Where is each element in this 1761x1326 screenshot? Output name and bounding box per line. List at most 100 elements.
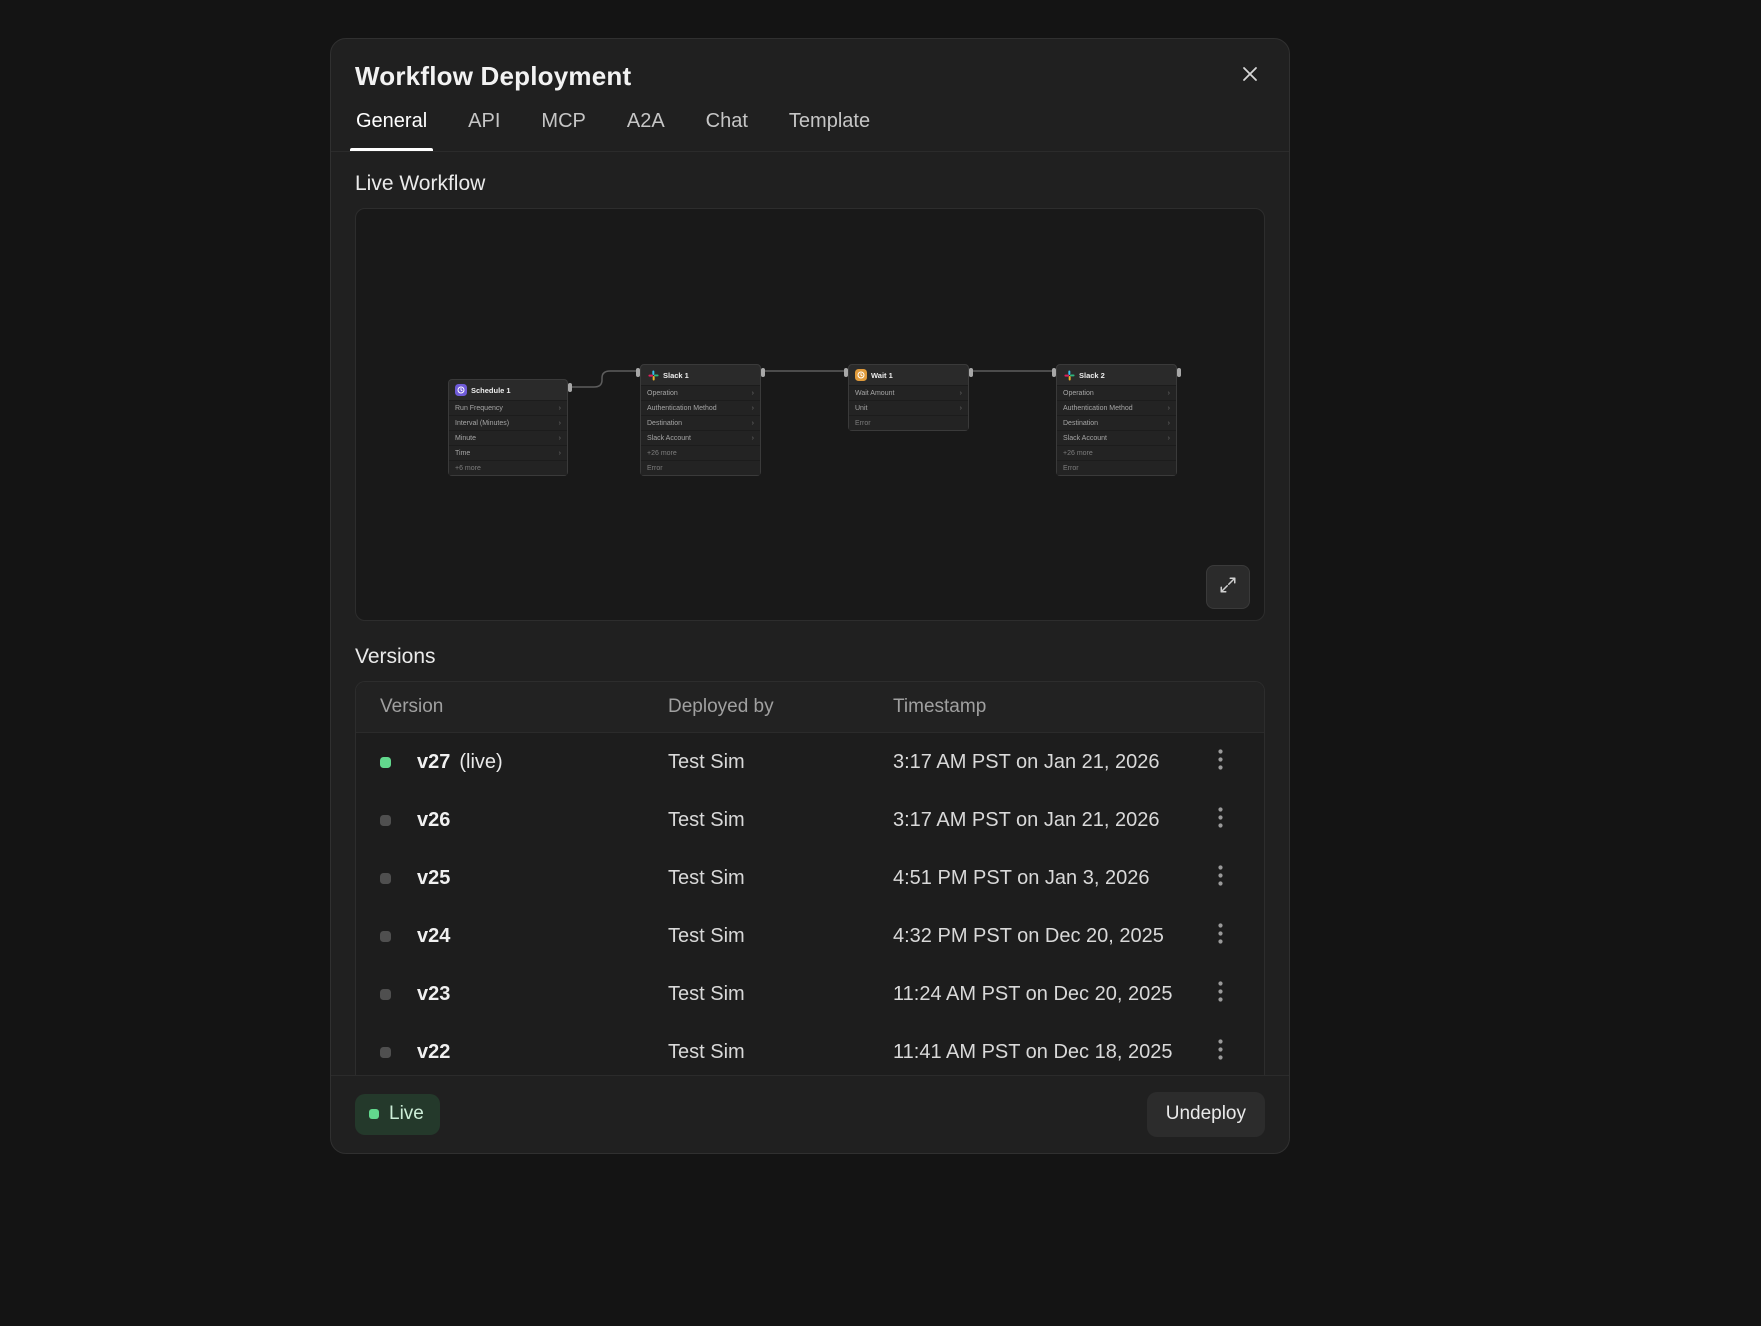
tab-bar: General API MCP A2A Chat Template	[355, 104, 1265, 151]
live-workflow-heading: Live Workflow	[355, 172, 1265, 196]
tab-api[interactable]: API	[467, 104, 501, 151]
timestamp: 3:17 AM PST on Jan 21, 2026	[893, 751, 1200, 774]
chevron-right-icon: ›	[559, 420, 561, 427]
chevron-right-icon: ›	[1168, 405, 1170, 412]
workflow-node-slack-1[interactable]: Slack 1 Operation› Authentication Method…	[640, 364, 761, 476]
node-title: Wait 1	[871, 371, 893, 380]
tab-mcp[interactable]: MCP	[540, 104, 586, 151]
node-error-label: Error	[641, 460, 760, 475]
versions-table: Version Deployed by Timestamp v27(live) …	[355, 681, 1265, 1075]
chevron-right-icon: ›	[1168, 420, 1170, 427]
timestamp: 11:24 AM PST on Dec 20, 2025	[893, 983, 1200, 1006]
output-port	[1177, 368, 1181, 377]
version-row: v26 Test Sim 3:17 AM PST on Jan 21, 2026	[356, 791, 1264, 849]
node-field: Time›	[449, 445, 567, 460]
row-menu-button[interactable]	[1206, 862, 1234, 894]
workflow-canvas[interactable]: Schedule 1 Run Frequency› Interval (Minu…	[355, 208, 1265, 621]
node-title: Slack 1	[663, 371, 689, 380]
live-status-dot	[369, 1109, 379, 1119]
node-title: Schedule 1	[471, 386, 511, 395]
tab-general[interactable]: General	[355, 104, 428, 151]
version-status-dot	[380, 1047, 391, 1058]
chevron-right-icon: ›	[752, 390, 754, 397]
version-label: v26	[417, 809, 450, 832]
table-header-row: Version Deployed by Timestamp	[356, 682, 1264, 733]
close-button[interactable]	[1235, 62, 1265, 92]
expand-icon	[1219, 576, 1237, 599]
version-status-dot	[380, 815, 391, 826]
modal-body: Live Workflow Schedule 1 Run Frequency› …	[331, 152, 1289, 1075]
output-port	[969, 368, 973, 377]
version-status-dot	[380, 873, 391, 884]
kebab-icon	[1218, 807, 1223, 834]
version-row: v24 Test Sim 4:32 PM PST on Dec 20, 2025	[356, 907, 1264, 965]
version-label: v25	[417, 867, 450, 890]
chevron-right-icon: ›	[559, 450, 561, 457]
node-field: Slack Account›	[641, 430, 760, 445]
tab-chat[interactable]: Chat	[705, 104, 749, 151]
wait-timer-icon	[855, 369, 867, 381]
version-status-dot	[380, 931, 391, 942]
workflow-deployment-modal: Workflow Deployment General API MCP A2A …	[330, 38, 1290, 1154]
expand-canvas-button[interactable]	[1206, 565, 1250, 609]
workflow-node-schedule-1[interactable]: Schedule 1 Run Frequency› Interval (Minu…	[448, 379, 568, 476]
node-field: Minute›	[449, 430, 567, 445]
output-port	[568, 383, 572, 392]
chevron-right-icon: ›	[752, 435, 754, 442]
node-field: Run Frequency›	[449, 400, 567, 415]
row-menu-button[interactable]	[1206, 978, 1234, 1010]
row-menu-button[interactable]	[1206, 1036, 1234, 1068]
column-header-timestamp: Timestamp	[893, 696, 1200, 718]
version-row: v23 Test Sim 11:24 AM PST on Dec 20, 202…	[356, 965, 1264, 1023]
version-label: v22	[417, 1041, 450, 1064]
modal-footer: Live Undeploy	[331, 1075, 1289, 1153]
node-error-label: Error	[849, 415, 968, 430]
input-port	[844, 368, 848, 377]
node-field: Interval (Minutes)›	[449, 415, 567, 430]
row-menu-button[interactable]	[1206, 920, 1234, 952]
node-field: Slack Account›	[1057, 430, 1176, 445]
version-row: v22 Test Sim 11:41 AM PST on Dec 18, 202…	[356, 1023, 1264, 1075]
node-field: Destination›	[641, 415, 760, 430]
workflow-node-wait-1[interactable]: Wait 1 Wait Amount› Unit› Error	[848, 364, 969, 431]
live-status-badge: Live	[355, 1094, 440, 1135]
deployed-by: Test Sim	[668, 867, 893, 890]
deployed-by: Test Sim	[668, 809, 893, 832]
column-header-deployed-by: Deployed by	[668, 696, 893, 718]
row-menu-button[interactable]	[1206, 746, 1234, 778]
workflow-node-slack-2[interactable]: Slack 2 Operation› Authentication Method…	[1056, 364, 1177, 476]
tab-a2a[interactable]: A2A	[626, 104, 666, 151]
tab-template[interactable]: Template	[788, 104, 871, 151]
deployed-by: Test Sim	[668, 925, 893, 948]
chevron-right-icon: ›	[559, 405, 561, 412]
kebab-icon	[1218, 1039, 1223, 1066]
timestamp: 3:17 AM PST on Jan 21, 2026	[893, 809, 1200, 832]
timestamp: 11:41 AM PST on Dec 18, 2025	[893, 1041, 1200, 1064]
node-field: Authentication Method›	[1057, 400, 1176, 415]
input-port	[1052, 368, 1056, 377]
node-more-label: +26 more	[1057, 445, 1176, 460]
slack-icon	[647, 369, 659, 381]
kebab-icon	[1218, 981, 1223, 1008]
slack-icon	[1063, 369, 1075, 381]
modal-header: Workflow Deployment General API MCP A2A …	[331, 39, 1289, 152]
deployed-by: Test Sim	[668, 983, 893, 1006]
node-error-label: Error	[1057, 460, 1176, 475]
node-field: Operation›	[641, 385, 760, 400]
live-status-label: Live	[389, 1103, 424, 1125]
output-port	[761, 368, 765, 377]
node-field: Unit›	[849, 400, 968, 415]
version-live-suffix: (live)	[459, 751, 502, 774]
row-menu-button[interactable]	[1206, 804, 1234, 836]
version-status-dot	[380, 989, 391, 1000]
deployed-by: Test Sim	[668, 1041, 893, 1064]
node-more-label: +6 more	[449, 460, 567, 475]
kebab-icon	[1218, 923, 1223, 950]
version-label: v27	[417, 751, 450, 774]
version-label: v23	[417, 983, 450, 1006]
schedule-icon	[455, 384, 467, 396]
column-header-version: Version	[380, 696, 668, 718]
input-port	[636, 368, 640, 377]
chevron-right-icon: ›	[960, 390, 962, 397]
undeploy-button[interactable]: Undeploy	[1147, 1092, 1265, 1137]
